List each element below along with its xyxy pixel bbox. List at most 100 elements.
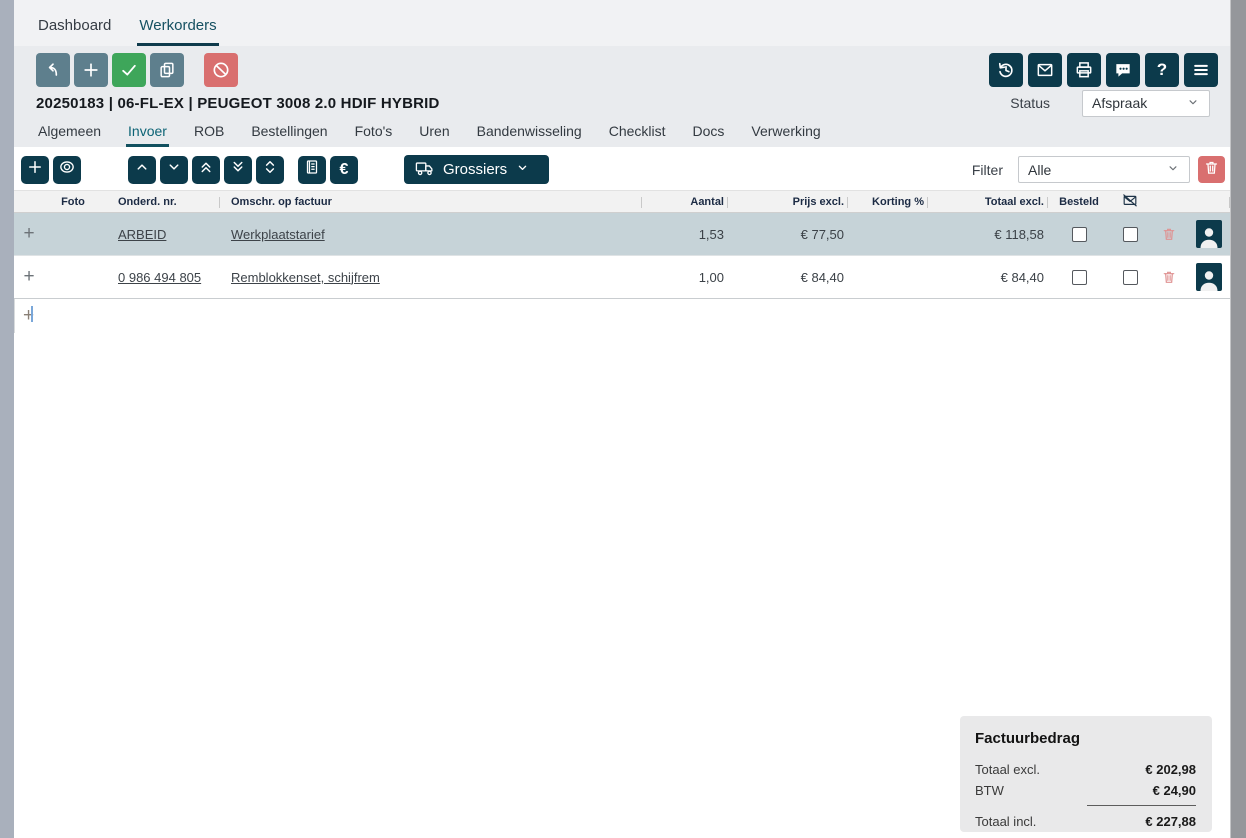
subtab-checklist[interactable]: Checklist <box>607 119 668 147</box>
header-onderd-nr[interactable]: Onderd. nr. <box>102 191 220 212</box>
part-number-link[interactable]: ARBEID <box>118 227 166 242</box>
email-button[interactable] <box>1028 53 1062 87</box>
cancel-button[interactable] <box>204 53 238 87</box>
workorder-title: 20250183 | 06-FL-EX | PEUGEOT 3008 2.0 H… <box>36 95 440 112</box>
delete-row-icon[interactable] <box>1161 269 1177 285</box>
invoice-label: BTW <box>975 780 1004 801</box>
table-row[interactable]: + 0 986 494 805 Remblokkenset, schijfrem… <box>14 256 1230 299</box>
status-label: Status <box>1010 95 1050 111</box>
chevron-down-icon <box>1166 161 1180 178</box>
confirm-button[interactable] <box>112 53 146 87</box>
grossiers-dropdown-button[interactable]: Grossiers <box>404 155 549 184</box>
header-omschr[interactable]: Omschr. op factuur <box>220 191 642 212</box>
description-link[interactable]: Werkplaatstarief <box>231 227 325 242</box>
delete-row-icon[interactable] <box>1161 226 1177 242</box>
mechanic-avatar[interactable] <box>1196 220 1222 248</box>
subtab-invoer[interactable]: Invoer <box>126 119 169 147</box>
subtab-algemeen[interactable]: Algemeen <box>36 119 103 147</box>
no-mail-icon <box>1121 192 1139 211</box>
confirm-icon <box>119 60 139 80</box>
mechanic-avatar[interactable] <box>1196 263 1222 291</box>
delete-lines-button[interactable] <box>1198 156 1225 183</box>
add-line-button[interactable] <box>21 156 49 184</box>
invoice-value: € 24,90 <box>1153 780 1196 801</box>
copy-button[interactable] <box>150 53 184 87</box>
workorder-toolbar: ? <box>14 46 1230 88</box>
part-number-link[interactable]: 0 986 494 805 <box>118 270 201 285</box>
discount-cell <box>848 213 928 255</box>
tab-dashboard[interactable]: Dashboard <box>36 7 113 46</box>
print-icon <box>1074 60 1094 80</box>
history-button[interactable] <box>989 53 1023 87</box>
move-bottom-button[interactable] <box>224 156 252 184</box>
subtab-fotos[interactable]: Foto's <box>353 119 395 147</box>
view-button[interactable] <box>53 156 81 184</box>
chat-button[interactable] <box>1106 53 1140 87</box>
invoice-value: € 202,98 <box>1145 759 1196 780</box>
total-cell: € 118,58 <box>928 213 1048 255</box>
header-foto[interactable]: Foto <box>44 191 102 212</box>
invoice-label: Totaal incl. <box>975 811 1036 832</box>
top-tab-bar: Dashboard Werkorders <box>14 0 1230 46</box>
workorder-toolbar-right: ? <box>984 53 1218 87</box>
move-top-button[interactable] <box>192 156 220 184</box>
add-workorder-button[interactable] <box>74 53 108 87</box>
filter-dropdown[interactable]: Alle <box>1018 156 1190 183</box>
subtab-bandenwisseling[interactable]: Bandenwisseling <box>475 119 584 147</box>
header-not-printed[interactable] <box>1110 191 1150 212</box>
subtab-rob[interactable]: ROB <box>192 119 226 147</box>
email-icon <box>1035 60 1055 80</box>
subtab-uren[interactable]: Uren <box>417 119 451 147</box>
back-button[interactable] <box>36 53 70 87</box>
add-row-button[interactable]: + <box>23 305 34 327</box>
besteld-checkbox[interactable] <box>1072 270 1087 285</box>
invoice-total-excl-row: Totaal excl. € 202,98 <box>975 759 1196 780</box>
status-dropdown[interactable]: Afspraak <box>1082 90 1210 117</box>
header-besteld[interactable]: Besteld <box>1048 191 1110 212</box>
back-icon <box>43 60 63 80</box>
wholesaler-truck-icon <box>414 159 443 181</box>
add-icon <box>81 60 101 80</box>
chat-icon <box>1113 60 1133 80</box>
move-top-icon <box>197 158 215 181</box>
sort-button[interactable] <box>256 156 284 184</box>
header-prijs-excl[interactable]: Prijs excl. <box>728 191 848 212</box>
qty-cell: 1,00 <box>642 256 728 298</box>
menu-button[interactable] <box>1184 53 1218 87</box>
invoice-label: Totaal excl. <box>975 759 1040 780</box>
description-link[interactable]: Remblokkenset, schijfrem <box>231 270 380 285</box>
move-up-button[interactable] <box>128 156 156 184</box>
print-button[interactable] <box>1067 53 1101 87</box>
move-bottom-icon <box>229 158 247 181</box>
besteld-checkbox[interactable] <box>1072 227 1087 242</box>
tab-werkorders[interactable]: Werkorders <box>137 7 218 46</box>
help-button[interactable]: ? <box>1145 53 1179 87</box>
subtab-verwerking[interactable]: Verwerking <box>749 119 822 147</box>
workorder-subtabs: Algemeen Invoer ROB Bestellingen Foto's … <box>14 118 1230 147</box>
header-aantal[interactable]: Aantal <box>642 191 728 212</box>
row-expander[interactable]: + <box>23 223 34 245</box>
foto-cell <box>44 256 102 298</box>
move-up-icon <box>133 158 151 181</box>
euro-icon: € <box>340 161 349 179</box>
header-delete <box>1150 191 1188 212</box>
subtab-docs[interactable]: Docs <box>691 119 727 147</box>
chevron-down-icon <box>515 160 537 179</box>
header-totaal-excl[interactable]: Totaal excl. <box>928 191 1048 212</box>
filter-label: Filter <box>972 162 1003 178</box>
vertical-scrollbar[interactable] <box>1230 0 1246 838</box>
table-row[interactable]: + ARBEID Werkplaatstarief 1,53 € 77,50 €… <box>14 213 1230 256</box>
invoice-divider <box>1087 805 1196 806</box>
copy-icon <box>157 60 177 80</box>
not-printed-checkbox[interactable] <box>1123 227 1138 242</box>
not-printed-checkbox[interactable] <box>1123 270 1138 285</box>
move-down-button[interactable] <box>160 156 188 184</box>
main-content: Dashboard Werkorders <box>14 0 1230 838</box>
price-cell: € 84,40 <box>728 256 848 298</box>
status-wrap: Status Afspraak <box>1010 90 1210 117</box>
header-korting[interactable]: Korting % <box>848 191 928 212</box>
pricelist-button[interactable] <box>298 156 326 184</box>
euro-button[interactable]: € <box>330 156 358 184</box>
subtab-bestellingen[interactable]: Bestellingen <box>249 119 329 147</box>
row-expander[interactable]: + <box>23 266 34 288</box>
